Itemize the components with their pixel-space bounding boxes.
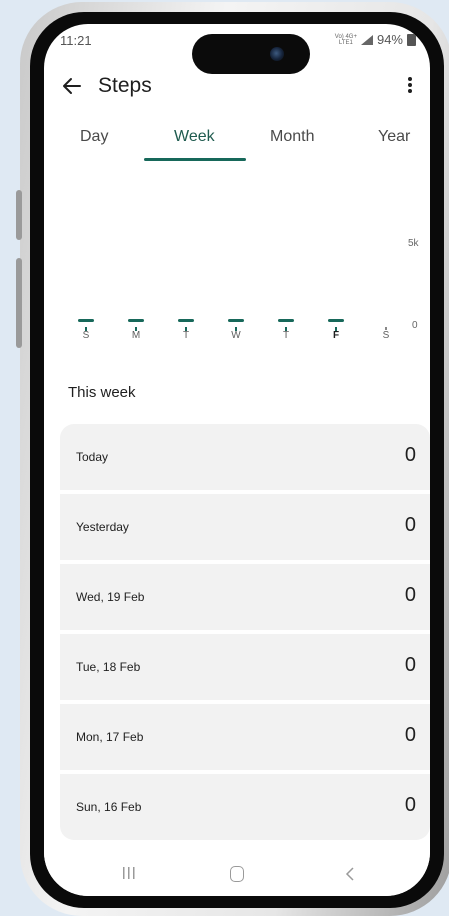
camera-lens <box>270 47 284 61</box>
battery-percent: 94% <box>376 32 403 47</box>
day-label: T <box>182 330 190 341</box>
list-item[interactable]: Yesterday 0 <box>60 494 430 560</box>
item-date-label: Wed, 19 Feb <box>76 590 145 604</box>
system-nav-bar <box>44 852 430 896</box>
item-step-count: 0 <box>404 724 416 746</box>
network-indicator: Vo) 4G+ LTE1 <box>335 34 357 46</box>
more-vert-icon[interactable] <box>400 74 420 96</box>
y-tick-label-5k: 5k <box>408 238 419 249</box>
signal-icon <box>360 34 373 45</box>
list-item[interactable]: Tue, 18 Feb 0 <box>60 634 430 700</box>
side-button-volume <box>16 258 22 348</box>
item-date-label: Mon, 17 Feb <box>76 730 144 744</box>
home-icon[interactable] <box>230 866 244 882</box>
item-date-label: Yesterday <box>76 520 129 534</box>
steps-bar[interactable] <box>78 319 94 322</box>
steps-bar[interactable] <box>128 319 144 322</box>
steps-bar[interactable] <box>178 319 194 322</box>
nav-back-icon[interactable] <box>344 866 356 882</box>
day-label: M <box>131 330 141 341</box>
section-title: This week <box>68 384 136 401</box>
item-step-count: 0 <box>404 444 416 466</box>
day-label: S <box>382 330 390 341</box>
steps-bar[interactable] <box>278 319 294 322</box>
list-item[interactable]: Mon, 17 Feb 0 <box>60 704 430 770</box>
network-text-bottom: LTE1 <box>338 39 353 46</box>
tab-year[interactable]: Year <box>378 128 410 146</box>
day-label: F <box>332 330 340 341</box>
item-step-count: 0 <box>404 794 416 816</box>
day-label: W <box>231 330 241 341</box>
status-time: 11:21 <box>60 33 92 48</box>
app-bar: Steps <box>44 68 430 104</box>
status-icons: Vo) 4G+ LTE1 94% <box>335 32 416 47</box>
back-arrow-icon[interactable] <box>62 76 82 96</box>
item-step-count: 0 <box>404 654 416 676</box>
active-tab-indicator <box>144 158 246 161</box>
item-step-count: 0 <box>404 584 416 606</box>
list-item[interactable]: Sun, 16 Feb 0 <box>60 774 430 840</box>
item-date-label: Tue, 18 Feb <box>76 660 141 674</box>
list-item[interactable]: Wed, 19 Feb 0 <box>60 564 430 630</box>
tab-month[interactable]: Month <box>270 128 314 146</box>
phone-screen: 11:21 Vo) 4G+ LTE1 94% Steps Day Week Mo… <box>44 24 430 896</box>
battery-icon <box>407 33 416 46</box>
list-item[interactable]: Today 0 <box>60 424 430 490</box>
period-tabs: Day Week Month Year <box>44 124 430 162</box>
tab-week[interactable]: Week <box>174 128 215 146</box>
item-date-label: Today <box>76 450 109 464</box>
item-step-count: 0 <box>404 514 416 536</box>
side-button-upper <box>16 190 22 240</box>
item-date-label: Sun, 16 Feb <box>76 800 142 814</box>
steps-bar[interactable] <box>228 319 244 322</box>
recent-apps-icon[interactable] <box>122 866 136 880</box>
network-text-top: Vo) 4G+ <box>334 33 357 40</box>
weekly-steps-chart: 5k 0 S M T W T F S <box>44 174 430 374</box>
y-tick-label-0: 0 <box>412 320 418 331</box>
day-label: T <box>282 330 290 341</box>
steps-bar[interactable] <box>328 319 344 322</box>
day-label: S <box>82 330 90 341</box>
page-title: Steps <box>98 74 152 97</box>
tab-day[interactable]: Day <box>80 128 108 146</box>
